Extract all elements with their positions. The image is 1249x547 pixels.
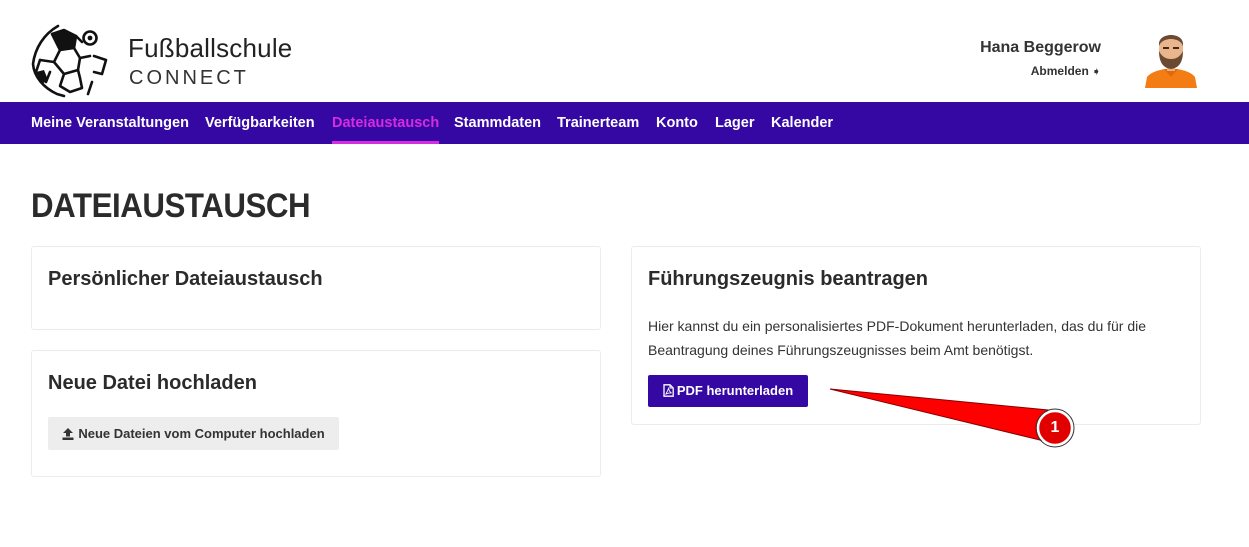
pdf-download-button[interactable]: PDF herunterladen — [648, 375, 808, 407]
sign-out-icon: ➧ — [1091, 66, 1101, 78]
pdf-file-icon — [663, 384, 674, 397]
nav-item-trainerteam[interactable]: Trainerteam — [557, 102, 639, 144]
nav-item-kalender[interactable]: Kalender — [771, 102, 833, 144]
personal-file-exchange-card: Persönlicher Dateiaustausch — [31, 246, 601, 330]
card-title: Persönlicher Dateiaustausch — [48, 268, 323, 290]
nav-item-verfuegbarkeiten[interactable]: Verfügbarkeiten — [205, 102, 315, 144]
brand-subtitle: CONNECT — [129, 67, 249, 89]
logout-link[interactable]: Abmelden ➧ — [1031, 64, 1101, 78]
nav-item-stammdaten[interactable]: Stammdaten — [454, 102, 541, 144]
header: Fußballschule CONNECT Hana Beggerow Abme… — [0, 0, 1249, 102]
page-title: DATEIAUSTAUSCH — [31, 187, 311, 225]
football-logo-icon[interactable] — [30, 22, 110, 100]
card-title: Führungszeugnis beantragen — [648, 268, 929, 290]
nav-item-konto[interactable]: Konto — [656, 102, 698, 144]
nav-item-dateiaustausch[interactable]: Dateiaustausch — [332, 102, 440, 144]
card-title: Neue Datei hochladen — [48, 372, 257, 394]
annotation-marker-label: 1 — [1050, 419, 1060, 436]
logout-label: Abmelden — [1030, 64, 1089, 78]
nav-item-lager[interactable]: Lager — [715, 102, 755, 144]
card-description: Hier kannst du ein personalisiertes PDF-… — [648, 318, 1147, 358]
pdf-download-button-label: PDF herunterladen — [676, 383, 794, 398]
upload-icon — [62, 428, 74, 440]
brand-name: Fußballschule — [128, 33, 293, 63]
user-name: Hana Beggerow — [980, 39, 1101, 56]
fuehrungszeugnis-card: Führungszeugnis beantragen Hier kannst d… — [631, 246, 1201, 425]
upload-files-button[interactable]: Neue Dateien vom Computer hochladen — [48, 417, 339, 450]
nav-item-meine-veranstaltungen[interactable]: Meine Veranstaltungen — [31, 102, 189, 144]
main-nav: Meine Veranstaltungen Verfügbarkeiten Da… — [0, 102, 1249, 144]
upload-files-button-label: Neue Dateien vom Computer hochladen — [78, 426, 325, 441]
avatar[interactable] — [1143, 30, 1199, 88]
upload-card: Neue Datei hochladen Neue Dateien vom Co… — [31, 350, 601, 477]
